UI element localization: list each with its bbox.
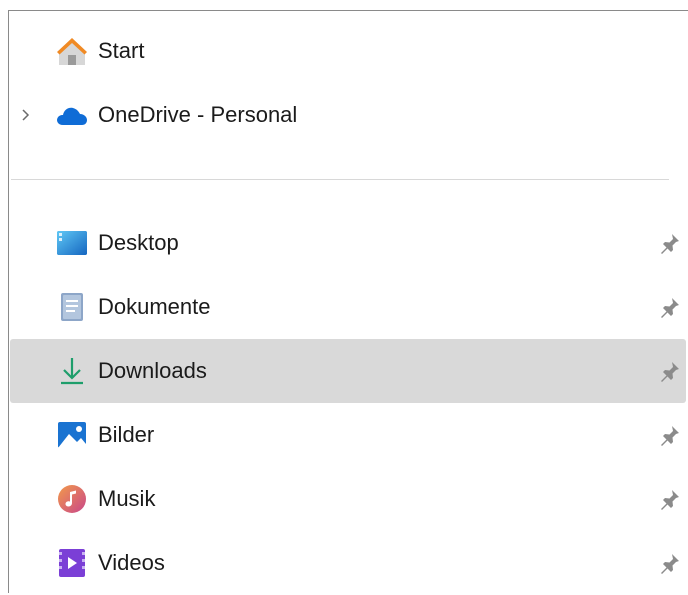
nav-item-start[interactable]: Start bbox=[10, 19, 686, 83]
home-icon bbox=[55, 35, 89, 67]
nav-item-label: Downloads bbox=[98, 358, 207, 383]
pin-icon[interactable] bbox=[658, 487, 682, 511]
nav-item-label: OneDrive - Personal bbox=[98, 102, 298, 127]
pin-icon[interactable] bbox=[658, 551, 682, 575]
pin-icon[interactable] bbox=[658, 359, 682, 383]
onedrive-cloud-icon bbox=[55, 99, 89, 131]
music-icon bbox=[55, 483, 89, 515]
nav-item-onedrive[interactable]: OneDrive - Personal bbox=[10, 83, 686, 147]
pin-icon[interactable] bbox=[658, 231, 682, 255]
documents-icon bbox=[55, 291, 89, 323]
desktop-folder-icon bbox=[55, 227, 89, 259]
nav-item-downloads[interactable]: Downloads bbox=[10, 339, 686, 403]
pin-icon[interactable] bbox=[658, 295, 682, 319]
nav-item-label: Dokumente bbox=[98, 294, 211, 319]
chevron-right-icon[interactable] bbox=[16, 103, 36, 127]
pin-icon[interactable] bbox=[658, 423, 682, 447]
pictures-icon bbox=[55, 419, 89, 451]
navigation-pane: Start OneDrive - Personal Desktop Dokume… bbox=[8, 10, 688, 593]
nav-item-label: Musik bbox=[98, 486, 156, 511]
nav-item-label: Start bbox=[98, 38, 145, 63]
nav-item-videos[interactable]: Videos bbox=[10, 531, 686, 595]
downloads-icon bbox=[55, 355, 89, 387]
nav-item-label: Videos bbox=[98, 550, 165, 575]
nav-item-documents[interactable]: Dokumente bbox=[10, 275, 686, 339]
nav-item-label: Desktop bbox=[98, 230, 179, 255]
section-divider bbox=[11, 179, 669, 180]
videos-icon bbox=[55, 547, 89, 579]
nav-item-music[interactable]: Musik bbox=[10, 467, 686, 531]
nav-item-pictures[interactable]: Bilder bbox=[10, 403, 686, 467]
nav-item-desktop[interactable]: Desktop bbox=[10, 211, 686, 275]
nav-item-label: Bilder bbox=[98, 422, 155, 447]
